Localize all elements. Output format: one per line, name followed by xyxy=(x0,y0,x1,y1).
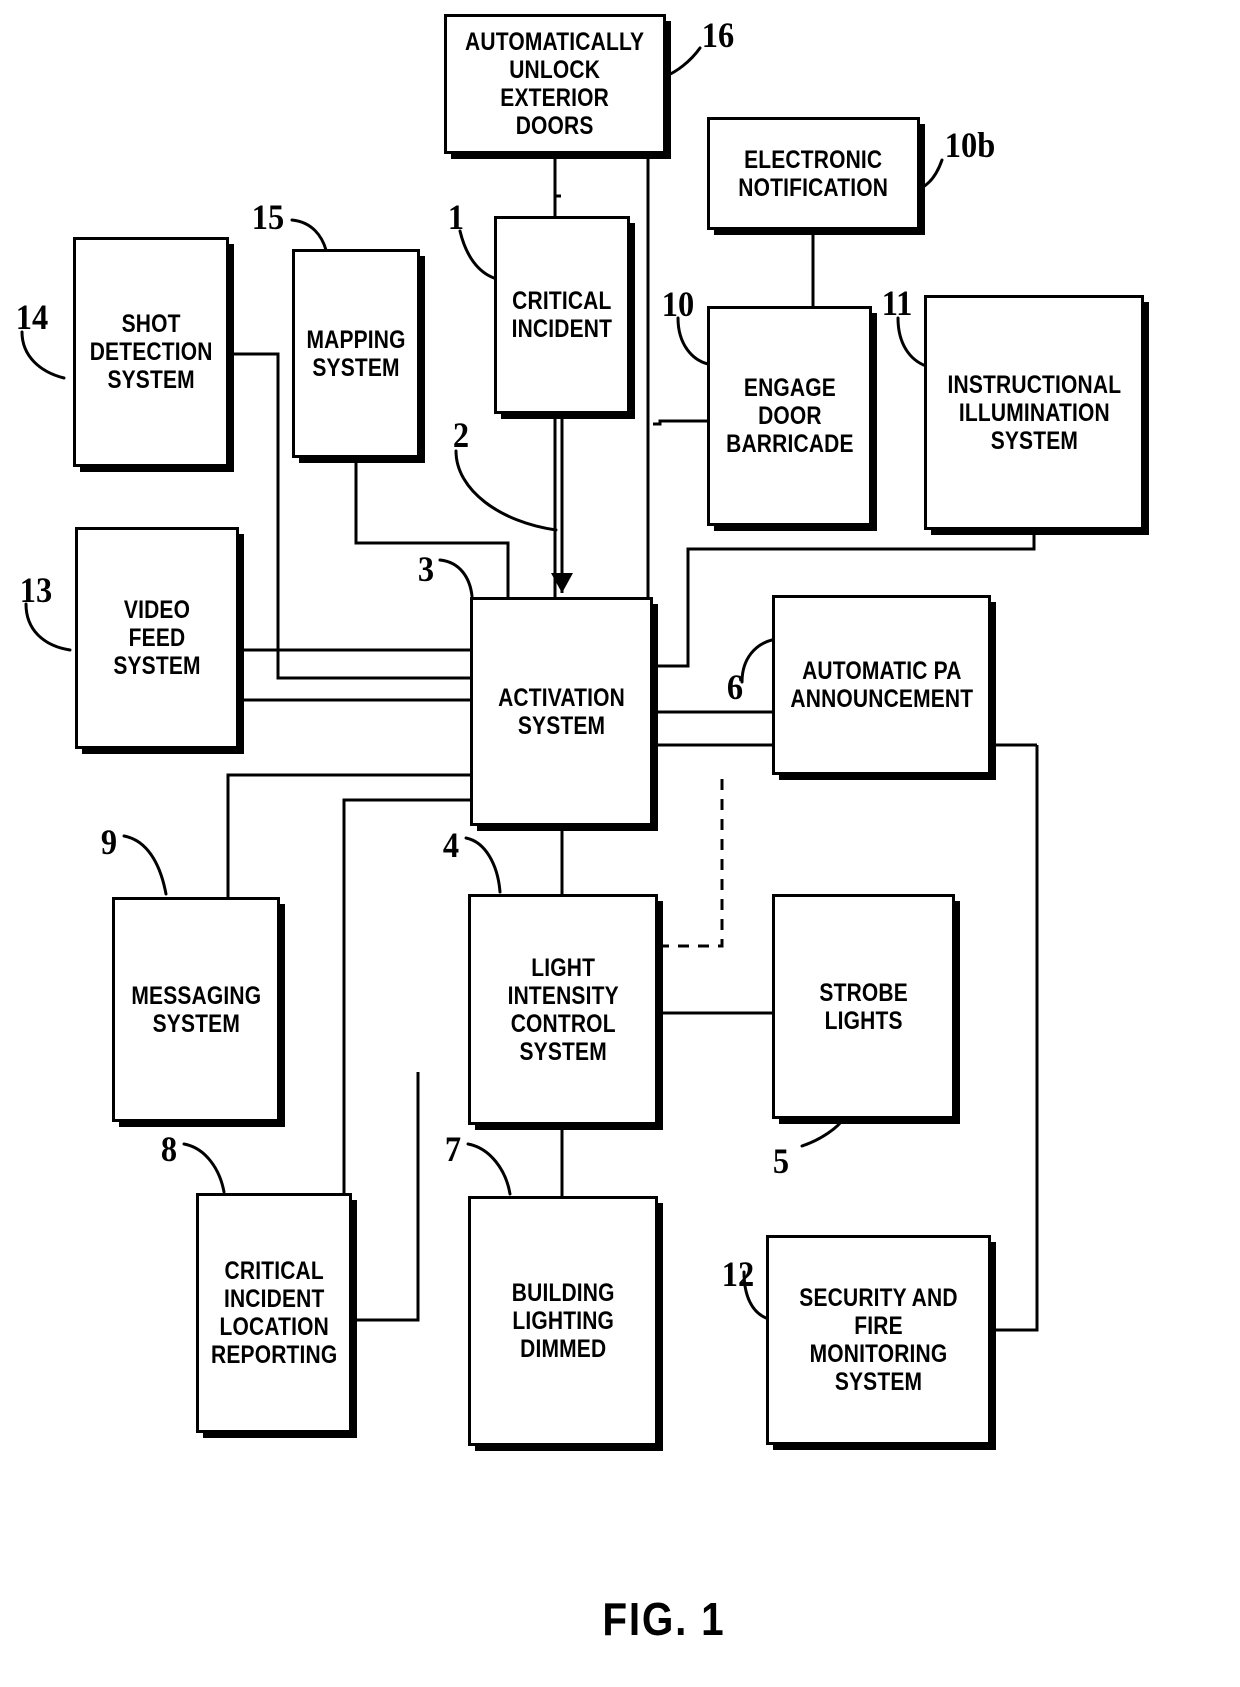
reference-numeral-5: 5 xyxy=(772,1141,790,1181)
block-label-video_feed: VIDEO FEED SYSTEM xyxy=(113,596,201,680)
figure-caption: FIG. 1 xyxy=(602,1593,726,1645)
block-electronic_notification[interactable]: ELECTRONIC NOTIFICATION xyxy=(707,117,920,230)
block-strobe_lights[interactable]: STROBE LIGHTS xyxy=(772,894,955,1119)
wire-incident-location-to-light xyxy=(352,1072,420,1322)
block-label-critical_incident: CRITICAL INCIDENT xyxy=(511,287,613,343)
block-building_lighting[interactable]: BUILDING LIGHTING DIMMED xyxy=(468,1196,658,1446)
block-video_feed[interactable]: VIDEO FEED SYSTEM xyxy=(75,527,239,749)
block-label-building_lighting: BUILDING LIGHTING DIMMED xyxy=(511,1279,615,1363)
block-incident_location[interactable]: CRITICAL INCIDENT LOCATION REPORTING xyxy=(196,1193,352,1433)
wire-activation-to-messaging xyxy=(226,773,470,897)
leader-line-leader-16 xyxy=(664,46,702,78)
reference-numeral-11: 11 xyxy=(881,283,913,323)
block-critical_incident[interactable]: CRITICAL INCIDENT xyxy=(494,216,630,414)
leader-line-leader-5 xyxy=(800,1116,846,1148)
block-instructional_illumination[interactable]: INSTRUCTIONAL ILLUMINATION SYSTEM xyxy=(924,295,1144,530)
leader-line-leader-9 xyxy=(122,834,168,896)
leader-line-leader-4 xyxy=(464,836,502,894)
leader-line-leader-2 xyxy=(454,449,558,532)
reference-numeral-2: 2 xyxy=(452,415,470,455)
reference-numeral-6: 6 xyxy=(726,667,744,707)
reference-numeral-10b: 10b xyxy=(944,125,996,165)
patent-figure-canvas: AUTOMATICALLY UNLOCK EXTERIOR DOORS ELECT… xyxy=(0,0,1240,1687)
block-label-activation_system: ACTIVATION SYSTEM xyxy=(498,683,625,740)
reference-numeral-13: 13 xyxy=(19,570,53,610)
block-unlock_doors[interactable]: AUTOMATICALLY UNLOCK EXTERIOR DOORS xyxy=(444,14,666,154)
block-security_fire[interactable]: SECURITY AND FIRE MONITORING SYSTEM xyxy=(766,1235,991,1445)
block-label-security_fire: SECURITY AND FIRE MONITORING SYSTEM xyxy=(799,1284,958,1396)
block-label-automatic_pa: AUTOMATIC PA ANNOUNCEMENT xyxy=(790,657,973,713)
block-label-unlock_doors: AUTOMATICALLY UNLOCK EXTERIOR DOORS xyxy=(465,28,645,140)
wire-right-trunk-down xyxy=(991,745,1039,1332)
block-label-messaging_system: MESSAGING SYSTEM xyxy=(131,981,261,1038)
block-activation_system[interactable]: ACTIVATION SYSTEM xyxy=(470,597,653,826)
reference-numeral-10: 10 xyxy=(661,284,695,324)
leader-line-leader-7 xyxy=(466,1142,512,1196)
block-mapping_system[interactable]: MAPPING SYSTEM xyxy=(292,249,420,458)
block-automatic_pa[interactable]: AUTOMATIC PA ANNOUNCEMENT xyxy=(772,595,991,775)
leader-line-leader-1 xyxy=(458,229,496,280)
block-engage_barricade[interactable]: ENGAGE DOOR BARRICADE xyxy=(707,306,872,526)
reference-numeral-9: 9 xyxy=(100,822,118,862)
block-label-strobe_lights: STROBE LIGHTS xyxy=(819,978,908,1035)
reference-numeral-14: 14 xyxy=(15,297,49,337)
wire-light-dashed-to-pa xyxy=(658,775,724,948)
reference-numeral-1: 1 xyxy=(447,197,465,237)
reference-numeral-8: 8 xyxy=(160,1129,178,1169)
reference-numeral-7: 7 xyxy=(444,1129,462,1169)
leader-line-leader-11 xyxy=(896,316,928,368)
block-label-mapping_system: MAPPING SYSTEM xyxy=(306,325,406,382)
leader-line-leader-15 xyxy=(290,218,328,252)
leader-line-leader-8 xyxy=(182,1142,226,1194)
block-label-light_intensity: LIGHT INTENSITY CONTROL SYSTEM xyxy=(507,953,619,1066)
leader-line-leader-3 xyxy=(438,558,474,598)
leader-line-leader-6 xyxy=(740,638,774,684)
block-label-shot_detection: SHOT DETECTION SYSTEM xyxy=(89,310,213,394)
reference-numeral-4: 4 xyxy=(442,825,460,865)
block-label-instructional_illumination: INSTRUCTIONAL ILLUMINATION SYSTEM xyxy=(947,370,1121,455)
block-shot_detection[interactable]: SHOT DETECTION SYSTEM xyxy=(73,237,229,467)
block-label-engage_barricade: ENGAGE DOOR BARRICADE xyxy=(725,374,854,458)
wire-activation-bottomleft-drop xyxy=(342,798,470,1252)
block-label-electronic_notification: ELECTRONIC NOTIFICATION xyxy=(738,145,889,202)
reference-numeral-3: 3 xyxy=(417,549,435,589)
block-light_intensity[interactable]: LIGHT INTENSITY CONTROL SYSTEM xyxy=(468,894,658,1125)
reference-numeral-12: 12 xyxy=(721,1254,755,1294)
block-label-incident_location: CRITICAL INCIDENT LOCATION REPORTING xyxy=(210,1257,338,1369)
reference-numeral-15: 15 xyxy=(251,197,285,237)
reference-numeral-16: 16 xyxy=(701,15,735,55)
leader-line-leader-14 xyxy=(20,330,66,380)
wire-barricade-to-activation xyxy=(653,419,707,426)
block-messaging_system[interactable]: MESSAGING SYSTEM xyxy=(112,897,280,1122)
